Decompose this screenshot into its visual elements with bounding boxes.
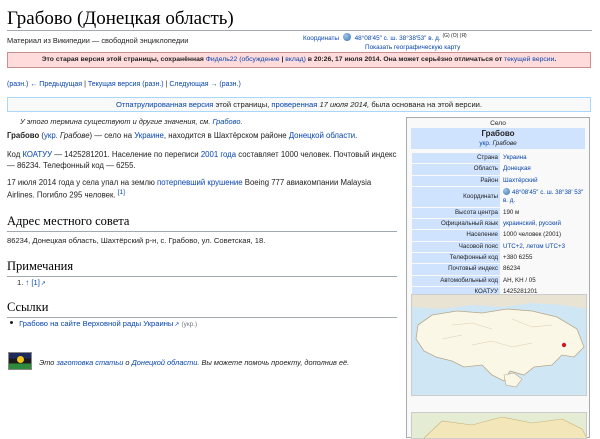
- infobox-title: Грабово: [411, 128, 585, 139]
- external-link-icon: ↗: [40, 281, 46, 287]
- ukr-lang-link[interactable]: укр.: [44, 131, 58, 140]
- country-link[interactable]: Украина: [503, 154, 527, 161]
- section-heading-address: Адрес местного совета: [7, 213, 397, 232]
- infobox-row: Область Донецкая: [412, 164, 586, 175]
- stats-paragraph: Код КОАТУУ — 1425281201. Население по пе…: [7, 150, 397, 170]
- infobox-row: Автомобильный код AH, KH / 05: [412, 275, 586, 286]
- timezone-link[interactable]: UTC+2, летом UTC+3: [503, 243, 565, 250]
- current-version-nav-link[interactable]: Текущая версия: [88, 81, 140, 88]
- stub-region-link[interactable]: Донецкой области: [132, 358, 198, 367]
- infobox-row: Официальный язык украинский, русский: [412, 219, 586, 230]
- next-diff-link[interactable]: (разн.): [219, 81, 240, 88]
- ukraine-link[interactable]: Украине: [134, 131, 164, 140]
- old-rev-talk-link[interactable]: (обсуждение: [239, 56, 279, 63]
- old-rev-contrib-link[interactable]: вклад): [285, 56, 306, 63]
- stub-notice: Это заготовка статьи о Донецкой области.…: [8, 352, 398, 370]
- revision-navigation: (разн.) ← Предыдущая | Текущая версия (р…: [7, 81, 241, 88]
- infobox-row: Почтовый индекс 86234: [412, 264, 586, 275]
- infobox-row: Координаты 48°08′45″ с. ш. 38°38′ 53″ в. …: [412, 186, 586, 207]
- patrolled-version-link[interactable]: Отпатрулированная версия: [116, 100, 213, 109]
- bullet-icon: [10, 321, 13, 324]
- patrolled-version-notice: Отпатрулированная версия этой страницы, …: [7, 97, 591, 112]
- crash-paragraph: 17 июля 2014 года у села упал на землю п…: [7, 178, 372, 200]
- coordinates-value-link[interactable]: 48°08′45″ с. ш. 38°38′53″ в. д.: [355, 35, 441, 42]
- prev-diff-link[interactable]: (разн.): [7, 81, 28, 88]
- old-revision-banner: Это старая версия этой страницы, сохранё…: [7, 52, 591, 68]
- old-rev-user-link[interactable]: Фидель22: [206, 56, 238, 63]
- location-marker-icon: [560, 342, 567, 349]
- title-divider: [7, 30, 592, 31]
- census-2001-link[interactable]: 2001 года: [201, 150, 236, 159]
- globe-icon[interactable]: [342, 33, 351, 42]
- infobox-row: Высота центра 190 м: [412, 207, 586, 219]
- globe-icon[interactable]: [503, 188, 510, 196]
- next-version-link[interactable]: Следующая →: [169, 81, 217, 88]
- current-diff-link[interactable]: (разн.): [142, 81, 163, 88]
- council-address: 86234, Донецкая область, Шахтёрский р-н,…: [7, 236, 266, 245]
- region-map-icon: [412, 413, 586, 438]
- infobox-row: Часовой пояс UTC+2, летом UTC+3: [412, 241, 586, 253]
- secondary-map[interactable]: [411, 412, 587, 439]
- infobox-lang-link[interactable]: укр.: [479, 140, 490, 147]
- old-rev-text-2: в 20:26, 17 июля 2014. Она может серьёзн…: [307, 56, 503, 63]
- prev-version-link[interactable]: ← Предыдущая: [30, 81, 82, 88]
- crash-link[interactable]: потерпевший крушение: [157, 178, 243, 187]
- reference-1-link[interactable]: [1]: [118, 189, 125, 196]
- coordinates-header: Координаты 48°08′45″ с. ш. 38°38′53″ в. …: [303, 33, 467, 44]
- section-heading-notes: Примечания: [7, 258, 397, 277]
- infobox-row: Страна Украина: [412, 153, 586, 164]
- tagline: Материал из Википедии — свободной энцикл…: [7, 36, 189, 45]
- infobox-subtitle: укр. Грабове: [411, 139, 585, 149]
- coordinates-label-link[interactable]: Координаты: [303, 35, 339, 42]
- infobox-row: Население 1000 человек (2001): [412, 230, 586, 241]
- intro-paragraph: Грабово (укр. Грабове) — село на Украине…: [7, 131, 358, 140]
- list-item: Грабово на сайте Верховной рады Украины↗…: [10, 319, 197, 330]
- infobox-coords-link[interactable]: 48°08′45″ с. ш. 38°38′ 53″ в. д.: [503, 189, 583, 204]
- raion-link[interactable]: Шахтёрский: [503, 177, 538, 184]
- donetsk-region-link[interactable]: Донецкой области: [289, 131, 355, 140]
- disambiguation-hatnote: У этого термина существуют и другие знач…: [20, 117, 243, 126]
- koatuu-link[interactable]: КОАТУУ: [22, 150, 52, 159]
- coordinates-sources[interactable]: (G) (O) (Я): [442, 33, 466, 39]
- disambiguation-link[interactable]: Грабово: [212, 117, 240, 126]
- checked-link[interactable]: проверенная: [271, 100, 317, 109]
- page-title: Грабово (Донецкая область): [7, 8, 234, 29]
- infobox-row: Телефонный код +380 6255: [412, 253, 586, 264]
- stub-link[interactable]: заготовка статьи: [56, 358, 123, 367]
- donetsk-flag-icon: [8, 352, 32, 370]
- external-link-icon: ↗: [174, 322, 180, 328]
- infobox-table: Страна Украина Область Донецкая Район Шахтё…: [411, 152, 587, 298]
- infobox: Село Грабово укр. Грабове Страна Украина …: [406, 117, 590, 439]
- current-version-link[interactable]: текущей версии: [504, 56, 554, 63]
- section-heading-links: Ссылки: [7, 299, 397, 318]
- old-rev-text-1: Это старая версия этой страницы, сохранё…: [41, 56, 204, 63]
- note-item: 1. ↑ [1]↗: [17, 278, 46, 287]
- note-1-external-link[interactable]: [1]: [31, 278, 39, 287]
- note-backlink[interactable]: ↑: [25, 278, 29, 287]
- rada-external-link[interactable]: Грабово на сайте Верховной рады Украины: [19, 319, 173, 328]
- infobox-caption: Село: [490, 120, 506, 127]
- ukraine-map-icon: [412, 295, 586, 395]
- official-language-link[interactable]: украинский, русский: [503, 220, 561, 227]
- location-map[interactable]: [411, 294, 587, 396]
- oblast-link[interactable]: Донецкая: [503, 165, 531, 172]
- infobox-row: Район Шахтёрский: [412, 175, 586, 186]
